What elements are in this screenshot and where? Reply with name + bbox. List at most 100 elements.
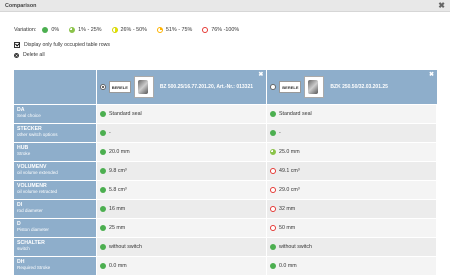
variation-indicator-icon (100, 187, 106, 193)
row-label: DA Seal choice (14, 105, 96, 123)
legend-item-label: 76% -100% (211, 27, 240, 33)
value-cell: 20.0 mm (96, 143, 266, 161)
table-header: BERELE BZ 500.25/16.77.201.20, Art.-Nr.:… (14, 70, 437, 104)
product-image (133, 76, 154, 98)
variation-indicator-icon (270, 206, 276, 212)
variation-indicator-icon (100, 244, 106, 250)
value-cell: 0.0 mm (96, 257, 266, 275)
variation-indicator-icon (270, 225, 276, 231)
row-description: switch (17, 246, 30, 251)
only-fully-occupied-checkbox[interactable] (14, 42, 20, 48)
table-row: DA Seal choice Standard seal Standard seal (14, 104, 437, 123)
value-text: 16 mm (109, 206, 126, 212)
row-label: DI rod diameter (14, 200, 96, 218)
value-text: 32 mm (279, 206, 296, 212)
value-text: - (279, 130, 281, 136)
legend-item-label: 26% - 50% (120, 27, 147, 33)
product-column-0: BERELE BZ 500.25/16.77.201.20, Art.-Nr.:… (95, 70, 267, 104)
value-cell: without switch (266, 238, 436, 256)
remove-product-icon[interactable]: ✖ (257, 72, 264, 79)
variation-indicator-icon (100, 130, 106, 136)
value-text: 25 mm (109, 225, 126, 231)
product-select-radio[interactable] (99, 84, 106, 90)
legend-item-2: 26% - 50% (111, 27, 147, 33)
row-description: oil volume retracted (17, 189, 58, 194)
table-row: VOLUMENR oil volume retracted 5.8 cm³ 29.0 … (14, 180, 437, 199)
table-row: SCHALTER switch without switch without swit… (14, 237, 437, 256)
variation-indicator-icon (100, 263, 106, 269)
row-label: VOLUMENV oil volume extended (14, 162, 96, 180)
header-label-column (14, 70, 96, 104)
legend-item-4: 76% -100% (202, 27, 239, 33)
table-body: DA Seal choice Standard seal Standard seal S… (14, 104, 437, 275)
legend-dot-2-icon (111, 27, 118, 33)
row-description: rod diameter (17, 208, 43, 213)
value-cell: Standard seal (266, 105, 436, 123)
value-cell: 49.1 cm³ (266, 162, 436, 180)
product-title: BZ 500.25/16.77.201.20, Art.-Nr.: 013321 (159, 84, 254, 90)
value-text: 25.0 mm (279, 149, 300, 155)
row-label: DH Required Stroke (14, 257, 96, 275)
variation-indicator-icon (270, 130, 276, 136)
comparison-table: BERELE BZ 500.25/16.77.201.20, Art.-Nr.:… (14, 70, 437, 275)
value-cell: 16 mm (96, 200, 266, 218)
value-text: - (109, 130, 111, 136)
value-cell: 25 mm (96, 219, 266, 237)
value-cell: 32 mm (266, 200, 436, 218)
value-cell: 29.0 cm³ (266, 181, 436, 199)
product-select-radio[interactable] (270, 84, 277, 90)
table-row: DI rod diameter 16 mm 32 mm (14, 199, 437, 218)
value-text: without switch (279, 244, 312, 250)
remove-product-icon[interactable]: ✖ (428, 72, 435, 79)
value-cell: - (266, 124, 436, 142)
value-cell: 25.0 mm (266, 143, 436, 161)
value-text: 50 mm (279, 225, 296, 231)
variation-indicator-icon (270, 187, 276, 193)
value-text: 29.0 cm³ (279, 187, 300, 193)
row-label: D Piston diameter (14, 219, 96, 237)
value-text: 20.0 mm (109, 149, 130, 155)
only-fully-occupied-option[interactable]: Display only fully occupied table rows (14, 42, 110, 48)
value-text: 49.1 cm³ (279, 168, 300, 174)
row-label: VOLUMENR oil volume retracted (14, 181, 96, 199)
value-text: 5.8 cm³ (109, 187, 127, 193)
value-text: Standard seal (109, 111, 142, 117)
legend-dot-4-icon (202, 27, 209, 33)
row-description: oil volume extended (17, 170, 58, 175)
brand-logo: BERELE (108, 81, 131, 93)
row-label: STECKER other switch options (14, 124, 96, 142)
legend-dot-1-icon (69, 27, 76, 33)
value-cell: 50 mm (266, 219, 436, 237)
row-description: Required Stroke (17, 265, 51, 270)
value-cell: - (96, 124, 266, 142)
value-text: 0.0 mm (109, 263, 127, 269)
dialog-title: Comparison (5, 3, 37, 9)
legend-item-label: 51% - 75% (165, 27, 193, 33)
table-row: VOLUMENV oil volume extended 9.8 cm³ 49.1 c… (14, 161, 437, 180)
product-image (304, 76, 325, 98)
variation-indicator-icon (100, 111, 106, 117)
variation-indicator-icon (100, 168, 106, 174)
table-row: HUB Stroke 20.0 mm 25.0 mm (14, 142, 437, 161)
only-fully-occupied-label: Display only fully occupied table rows (24, 42, 110, 48)
value-cell: without switch (96, 238, 266, 256)
dialog-titlebar: Comparison ✖ (0, 0, 450, 12)
value-text: without switch (109, 244, 142, 250)
variation-indicator-icon (270, 111, 276, 117)
legend-item-0: 0% (42, 27, 59, 33)
table-row: DH Required Stroke 0.0 mm 0.0 mm (14, 256, 437, 275)
delete-all-link[interactable]: ✕ Delete all (14, 52, 45, 58)
variation-indicator-icon (100, 206, 106, 212)
delete-icon: ✕ (14, 52, 19, 58)
table-row: D Piston diameter 25 mm 50 mm (14, 218, 437, 237)
row-label: SCHALTER switch (14, 238, 96, 256)
delete-all-label[interactable]: Delete all (23, 52, 45, 58)
product-column-1: BERELE BZK 250.50/32.03.201.25 ✖ (266, 70, 437, 104)
table-row: STECKER other switch options - - (14, 123, 437, 142)
legend-item-label: 0% (51, 27, 60, 33)
row-description: Seal choice (17, 113, 41, 118)
legend-item-label: 1% - 25% (78, 27, 102, 33)
row-description: other switch options (17, 132, 58, 137)
legend-item-3: 51% - 75% (156, 27, 193, 33)
close-icon[interactable]: ✖ (438, 1, 445, 10)
